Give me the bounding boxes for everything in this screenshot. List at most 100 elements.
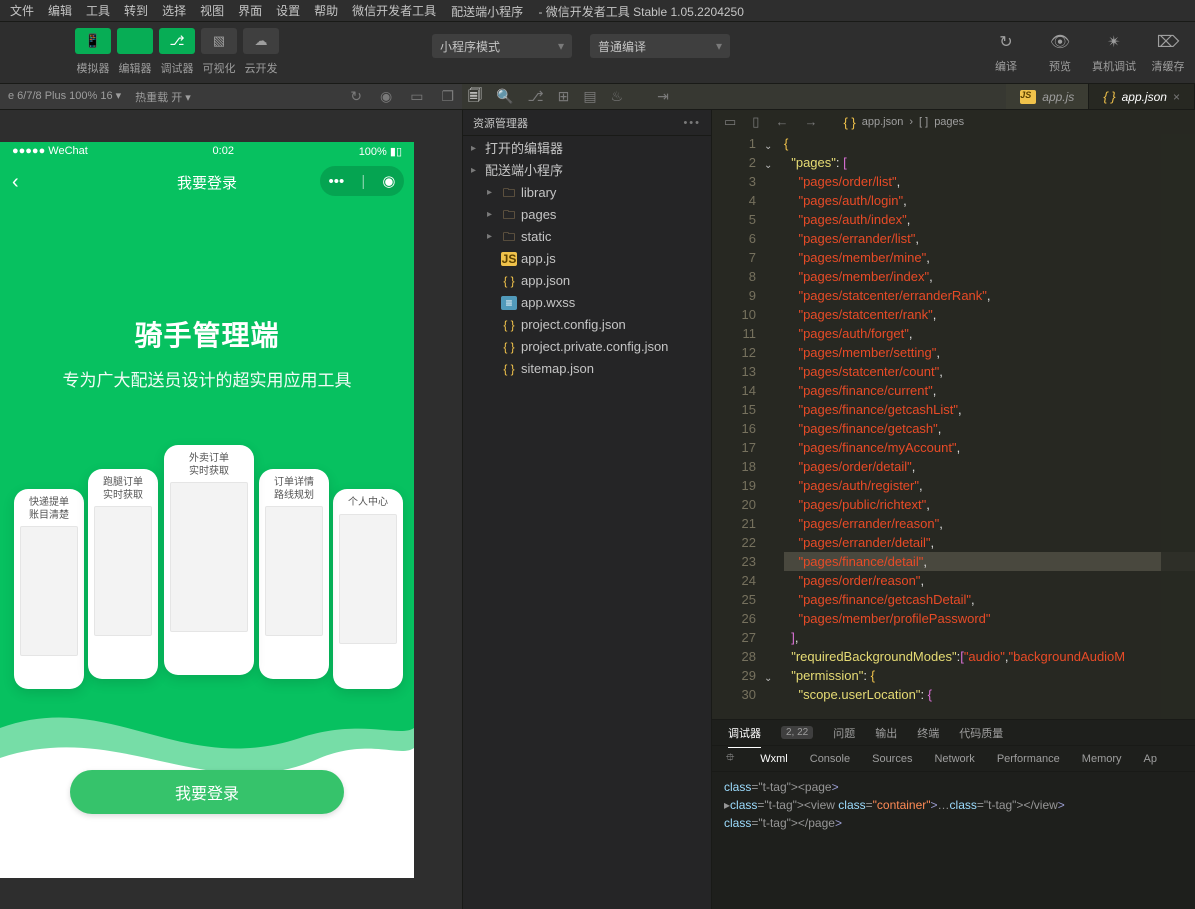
more-icon[interactable]: ••• — [329, 173, 345, 190]
toolbar-button[interactable]: 👁预览 — [1033, 30, 1087, 78]
status-badge: 2, 22 — [781, 726, 813, 739]
hotreload-toggle[interactable]: 热重载 开 ▾ — [135, 89, 191, 105]
target-icon[interactable]: ◉ — [382, 172, 395, 190]
menu-item[interactable]: 工具 — [80, 0, 116, 21]
panel-tab[interactable]: 调试器 — [728, 725, 761, 741]
toolbar-button[interactable]: ☁云开发 — [240, 28, 282, 76]
more-icon[interactable]: ••• — [683, 117, 701, 129]
js-icon: JS — [501, 252, 517, 266]
menu-item[interactable]: 帮助 — [308, 0, 344, 21]
devtools-tab[interactable]: Wxml — [760, 753, 788, 765]
panel-tab[interactable]: 问题 — [833, 725, 855, 741]
windows-icon[interactable]: ❐ — [441, 88, 454, 105]
tool-icon: ▧ — [201, 28, 237, 54]
editor-pane: ▭ ▯ ← → { } app.json › [ ] pages 1234567… — [712, 110, 1195, 909]
tool-icon: ☁ — [243, 28, 279, 54]
toolbar-button[interactable]: 📱模拟器 — [72, 28, 114, 76]
toolbar-button[interactable]: ✴真机调试 — [1087, 30, 1141, 78]
capsule-button[interactable]: ••• | ◉ — [320, 166, 404, 196]
bookmark-icon[interactable]: ▯ — [752, 114, 759, 130]
devtools-tab[interactable]: Sources — [872, 753, 912, 765]
breadcrumb-file[interactable]: app.json — [862, 116, 904, 128]
toolbar-button[interactable]: ▧可视化 — [198, 28, 240, 76]
tool-icon: ✴ — [1107, 30, 1120, 54]
inspect-icon[interactable]: ⯐ — [722, 747, 738, 770]
tree-item[interactable]: ▸🗀library — [463, 182, 711, 204]
minimap[interactable] — [1161, 134, 1195, 719]
mode-select[interactable]: 小程序模式▾ — [432, 34, 572, 58]
panel-tab[interactable]: 代码质量 — [959, 725, 1003, 741]
device-icon[interactable]: ▭ — [410, 88, 423, 105]
editor-tabs-row: 🗐 🔍 ⎇ ⊞ ▤ ♨ ⇥ JSapp.js{ }app.json× — [462, 84, 1195, 110]
dom-tree[interactable]: class="t-tag"><page>▸class="t-tag"><view… — [712, 772, 1195, 909]
tool-icon: 👁 — [1050, 30, 1070, 54]
tree-item[interactable]: { }project.config.json — [463, 314, 711, 336]
devtools-tab[interactable]: Console — [810, 753, 850, 765]
tree-item[interactable]: ▸🗀pages — [463, 204, 711, 226]
menu-item[interactable]: 视图 — [194, 0, 230, 21]
tool-icon — [117, 28, 153, 54]
compile-select[interactable]: 普通编译▾ — [590, 34, 730, 58]
panel-tab[interactable]: 输出 — [875, 725, 897, 741]
collapse-icon[interactable]: ⇥ — [657, 88, 669, 105]
tree-section[interactable]: ▸配送端小程序 — [463, 160, 711, 182]
toolbar: 📱模拟器编辑器⎇调试器▧可视化☁云开发 小程序模式▾ 普通编译▾ ↻编译👁预览✴… — [0, 22, 1195, 84]
breadcrumb: ▭ ▯ ← → { } app.json › [ ] pages — [712, 110, 1195, 134]
panel-icon[interactable]: ▤ — [583, 88, 596, 105]
folder-icon: 🗀 — [501, 208, 517, 222]
menu-item[interactable]: 文件 — [4, 0, 40, 21]
search-icon[interactable]: 🔍 — [496, 88, 513, 105]
folder-icon: 🗀 — [501, 186, 517, 200]
arrow-left-icon[interactable]: ← — [775, 114, 788, 130]
menu-item[interactable]: 微信开发者工具 — [346, 0, 442, 21]
fire-icon[interactable]: ♨ — [611, 88, 624, 105]
tree-item[interactable]: JSapp.js — [463, 248, 711, 270]
device-select[interactable]: e 6/7/8 Plus 100% 16 ▾ — [8, 89, 121, 105]
record-icon[interactable]: ◉ — [380, 88, 392, 105]
close-icon[interactable]: × — [1173, 90, 1180, 104]
refresh-icon[interactable]: ↻ — [350, 88, 362, 105]
json-icon: { } — [501, 340, 517, 354]
editor-tab[interactable]: JSapp.js — [1006, 84, 1089, 109]
breadcrumb-seg[interactable]: [ ] — [919, 116, 928, 128]
toolbar-button[interactable]: ↻编译 — [979, 30, 1033, 78]
chevron-icon: ▸ — [487, 226, 497, 248]
panel-tab[interactable]: 终端 — [917, 725, 939, 741]
chevron-icon: ▸ — [487, 182, 497, 204]
hero-section: 骑手管理端 专为广大配送员设计的超实用应用工具 — [0, 204, 414, 391]
devtools-tab[interactable]: Memory — [1082, 753, 1122, 765]
rect-icon[interactable]: ▭ — [724, 114, 736, 130]
arrow-right-icon[interactable]: → — [804, 114, 817, 130]
hero-subtitle: 专为广大配送员设计的超实用应用工具 — [0, 366, 414, 391]
login-button[interactable]: 我要登录 — [70, 770, 344, 814]
files-icon[interactable]: 🗐 — [468, 85, 482, 109]
tool-icon: ⎇ — [159, 28, 195, 54]
back-icon[interactable]: ‹ — [12, 171, 19, 194]
devtools-tab[interactable]: Ap — [1144, 753, 1157, 765]
menu-item[interactable]: 界面 — [232, 0, 268, 21]
debugger-panel: 调试器 2, 22 问题 输出 终端 代码质量 ⯐ Wxml Console Sources N… — [712, 719, 1195, 909]
tree-item[interactable]: { }sitemap.json — [463, 358, 711, 380]
devtools-tab[interactable]: Network — [934, 753, 974, 765]
chevron-icon: ▸ — [471, 160, 481, 182]
phone-navbar: ‹ 我要登录 ••• | ◉ — [0, 160, 414, 204]
menu-item[interactable]: 选择 — [156, 0, 192, 21]
editor-tab[interactable]: { }app.json× — [1089, 84, 1195, 109]
tree-item[interactable]: { }app.json — [463, 270, 711, 292]
tree-item[interactable]: ▸🗀static — [463, 226, 711, 248]
extensions-icon[interactable]: ⊞ — [558, 88, 570, 105]
menu-item[interactable]: 编辑 — [42, 0, 78, 21]
tree-item[interactable]: { }project.private.config.json — [463, 336, 711, 358]
source-control-icon[interactable]: ⎇ — [527, 88, 543, 105]
toolbar-button[interactable]: ⌦清缓存 — [1141, 30, 1195, 78]
tree-item[interactable]: ≡app.wxss — [463, 292, 711, 314]
devtools-tab[interactable]: Performance — [997, 753, 1060, 765]
menu-item[interactable]: 转到 — [118, 0, 154, 21]
code-editor[interactable]: 1234567891011121314151617181920212223242… — [712, 134, 1195, 719]
breadcrumb-seg[interactable]: pages — [934, 116, 964, 128]
tree-section[interactable]: ▸打开的编辑器 — [463, 138, 711, 160]
phone-frame: ●●●●● WeChat 0:02 100% ▮▯ ‹ 我要登录 ••• | ◉… — [0, 142, 414, 878]
toolbar-button[interactable]: 编辑器 — [114, 28, 156, 76]
menu-item[interactable]: 设置 — [270, 0, 306, 21]
toolbar-button[interactable]: ⎇调试器 — [156, 28, 198, 76]
